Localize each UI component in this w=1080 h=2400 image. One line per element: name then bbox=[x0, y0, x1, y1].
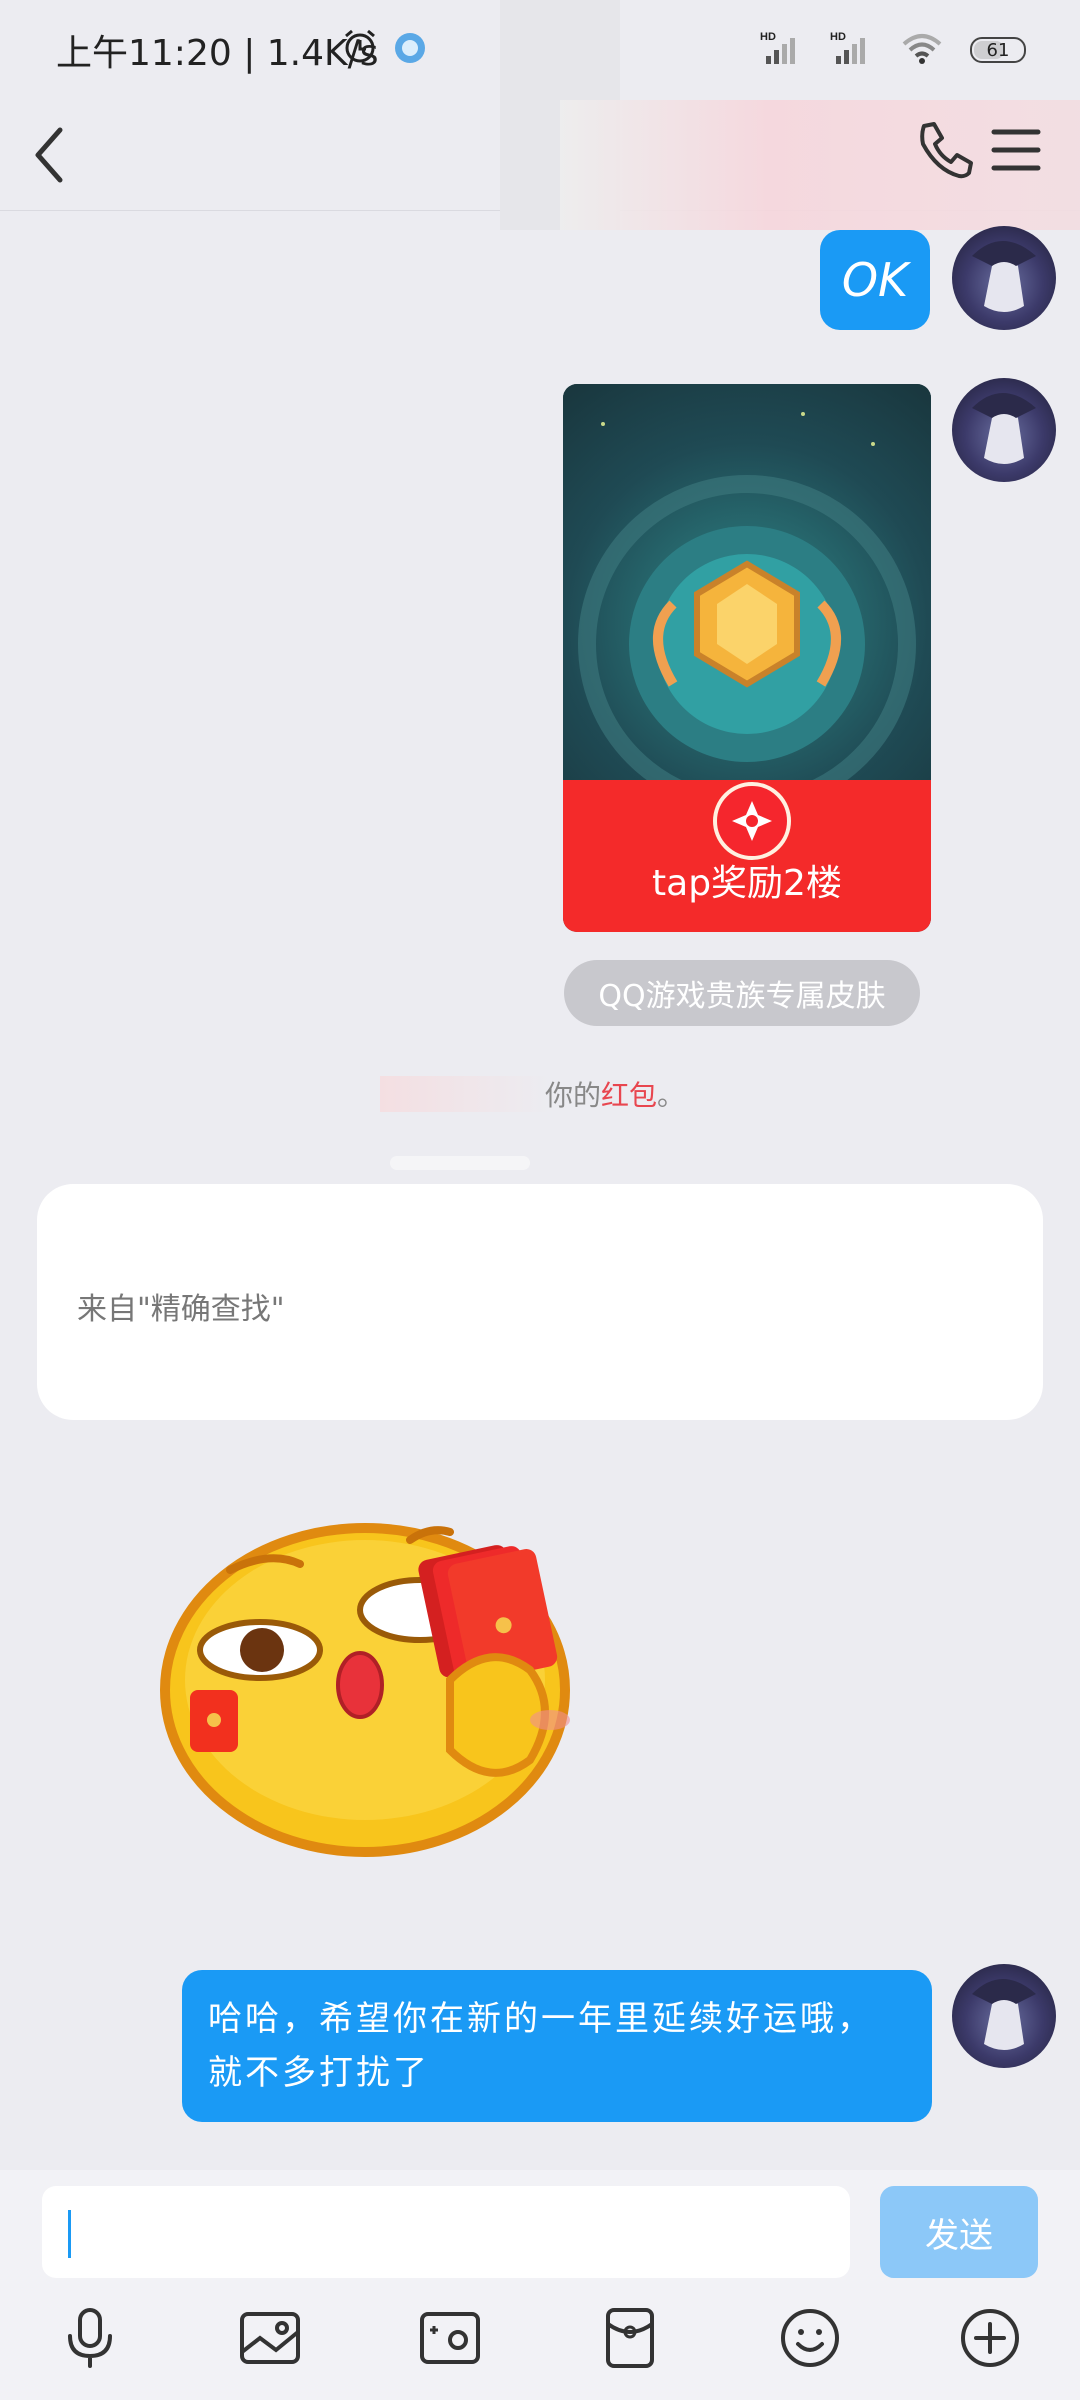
microphone-icon[interactable] bbox=[58, 2306, 122, 2370]
source-card: 来自"精确查找" bbox=[37, 1184, 1043, 1420]
battery-level: 61 bbox=[986, 39, 1010, 61]
text-cursor bbox=[68, 2210, 71, 2258]
chat-header bbox=[0, 0, 1080, 230]
plus-icon[interactable] bbox=[958, 2306, 1022, 2370]
wifi-icon bbox=[900, 30, 944, 70]
avatar[interactable] bbox=[952, 1964, 1056, 2068]
red-packet-seal-icon bbox=[713, 782, 791, 860]
signal-icon: HD bbox=[760, 30, 804, 70]
camera-icon[interactable] bbox=[418, 2306, 482, 2370]
red-packet-emoji-sticker[interactable] bbox=[150, 1510, 620, 1870]
image-icon[interactable] bbox=[238, 2306, 302, 2370]
red-packet-skin-image bbox=[563, 384, 931, 813]
battery-icon: 61 bbox=[970, 37, 1026, 63]
red-packet-label: tap奖励2楼 bbox=[652, 863, 842, 904]
sent-message-ok[interactable]: OK bbox=[820, 230, 930, 330]
avatar[interactable] bbox=[952, 378, 1056, 482]
system-message: 你的红包。 bbox=[545, 1074, 685, 1114]
message-input[interactable] bbox=[42, 2186, 850, 2278]
red-packet-card[interactable]: tap奖励2楼 bbox=[563, 384, 931, 932]
phone-call-icon[interactable] bbox=[910, 114, 974, 188]
send-button[interactable]: 发送 bbox=[880, 2186, 1038, 2278]
emoji-icon[interactable] bbox=[778, 2306, 842, 2370]
system-message-suffix: 。 bbox=[657, 1079, 686, 1112]
skin-tag[interactable]: QQ游戏贵族专属皮肤 bbox=[564, 960, 920, 1026]
menu-icon[interactable] bbox=[990, 120, 1042, 184]
source-card-text: 来自"精确查找" bbox=[77, 1292, 285, 1327]
back-icon[interactable] bbox=[30, 120, 70, 194]
status-time: 上午11:20 | 1.4K/s bbox=[56, 33, 379, 74]
bottom-toolbar bbox=[0, 2282, 1080, 2400]
app-notification-icon bbox=[392, 30, 428, 70]
alarm-icon bbox=[340, 26, 380, 70]
system-message-blur bbox=[380, 1076, 550, 1112]
avatar[interactable] bbox=[952, 226, 1056, 330]
signal-hd-label-2: HD bbox=[830, 31, 846, 43]
signal-hd-label: HD bbox=[760, 31, 776, 43]
red-packet-link[interactable]: 红包 bbox=[601, 1079, 657, 1112]
signal-icon-2: HD bbox=[830, 30, 874, 70]
system-message-prefix: 你的 bbox=[545, 1079, 602, 1112]
sent-message-text[interactable]: 哈哈，希望你在新的一年里延续好运哦，就不多打扰了 bbox=[182, 1970, 932, 2122]
red-packet-icon[interactable] bbox=[598, 2306, 662, 2370]
